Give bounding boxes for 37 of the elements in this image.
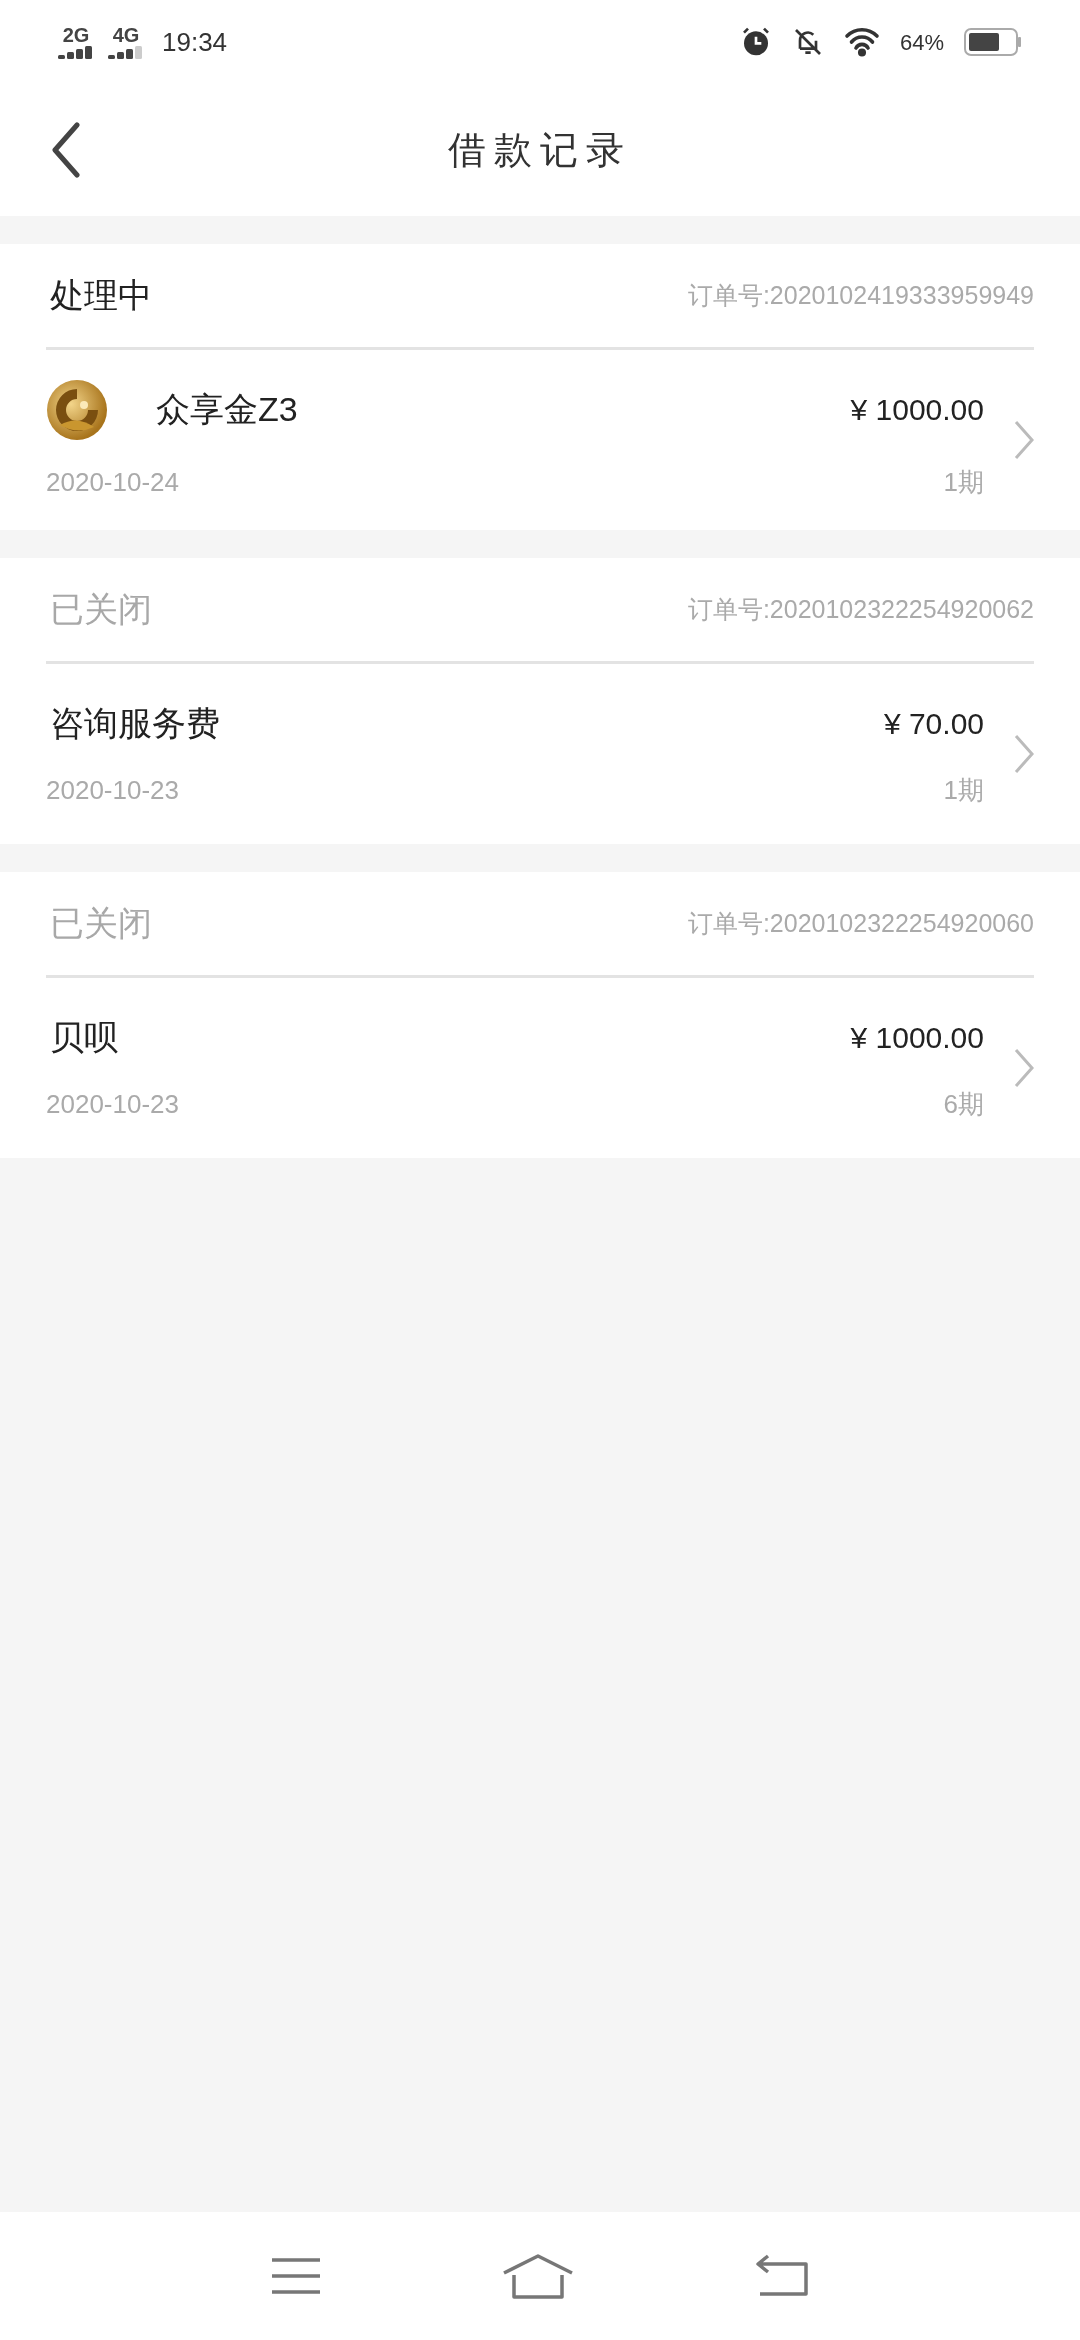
loan-periods: 6期 <box>943 1088 984 1121</box>
battery-percent: 64% <box>899 28 944 57</box>
loan-periods: 1期 <box>943 774 984 807</box>
loan-name: 贝呗 <box>50 1017 118 1058</box>
record-card[interactable]: 已关闭 订单号:2020102322254920060 贝呗 ¥ 1000.00 2020-10-23 6期 <box>0 872 1080 1158</box>
record-status: 已关闭 <box>50 589 152 630</box>
clock-time: 19:34 <box>162 25 228 59</box>
loan-name: 众享金Z3 <box>156 389 298 430</box>
record-status: 已关闭 <box>50 903 152 944</box>
loan-date: 2020-10-23 <box>46 774 179 807</box>
chevron-right-icon <box>1014 1048 1034 1088</box>
loan-date: 2020-10-23 <box>46 1088 179 1121</box>
record-card[interactable]: 已关闭 订单号:2020102322254920062 咨询服务费 ¥ 70.00 2020-10-23 1期 <box>0 558 1080 844</box>
page-title: 借款记录 <box>448 127 632 173</box>
network-label: 4G <box>112 25 140 45</box>
loan-date: 2020-10-24 <box>46 465 179 499</box>
order-number: 订单号:2020102322254920060 <box>687 907 1034 939</box>
chevron-right-icon <box>1014 420 1034 460</box>
menu-icon <box>270 2256 322 2296</box>
chevron-right-icon <box>1014 734 1034 774</box>
order-number: 订单号:2020102322254920062 <box>687 593 1034 625</box>
battery-icon <box>964 27 1022 57</box>
home-icon <box>502 2253 574 2299</box>
back-icon <box>51 122 81 178</box>
loan-amount: ¥ 70.00 <box>883 706 984 742</box>
loan-periods: 1期 <box>943 465 984 499</box>
record-status: 处理中 <box>50 275 152 316</box>
return-icon <box>754 2254 810 2298</box>
loan-amount: ¥ 1000.00 <box>850 392 984 428</box>
signal-icon <box>58 45 94 59</box>
record-card[interactable]: 处理中 订单号:2020102419333959949 众享金Z3 ¥ 1000.00 2020-10-24 1期 <box>0 244 1080 530</box>
signal-icon <box>108 45 144 59</box>
wifi-icon <box>843 27 880 57</box>
network-label: 2G <box>62 25 90 45</box>
order-number: 订单号:2020102419333959949 <box>687 279 1034 311</box>
loan-amount: ¥ 1000.00 <box>850 1020 984 1056</box>
loan-name: 咨询服务费 <box>50 703 220 744</box>
